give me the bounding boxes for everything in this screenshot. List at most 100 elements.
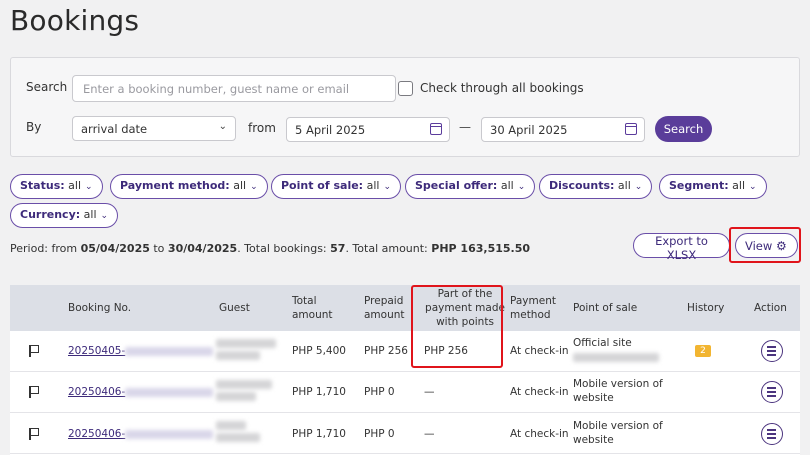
redacted-text xyxy=(125,346,214,356)
history-badge[interactable]: 2 xyxy=(695,345,711,357)
date-from-value: 5 April 2025 xyxy=(295,123,366,137)
header-booking-no[interactable]: Booking No. xyxy=(68,301,131,315)
summary-text: to xyxy=(149,242,168,255)
points-payment-cell: PHP 256 xyxy=(424,345,468,357)
search-panel: Search Enter a booking number, guest nam… xyxy=(10,57,800,157)
point-of-sale-name: Official site xyxy=(573,337,632,349)
filter-label: Discounts: xyxy=(549,179,615,192)
total-amount: PHP 163,515.50 xyxy=(431,242,531,255)
total-amount-cell: PHP 1,710 xyxy=(292,428,346,440)
guest-name xyxy=(216,421,260,442)
period-from: 05/04/2025 xyxy=(80,242,150,255)
calendar-icon[interactable] xyxy=(625,123,637,135)
period-summary: Period: from 05/04/2025 to 30/04/2025. T… xyxy=(10,242,530,255)
filter-point-of-sale[interactable]: Point of sale: all ⌄ xyxy=(271,174,401,199)
date-from-field[interactable]: 5 April 2025 xyxy=(286,117,450,142)
row-menu-button[interactable] xyxy=(761,340,783,362)
filter-value: all xyxy=(83,208,97,221)
filter-status[interactable]: Status: all ⌄ xyxy=(10,174,103,199)
chevron-down-icon: ⌄ xyxy=(100,211,109,221)
guest-name xyxy=(216,380,272,401)
filter-label: Point of sale: xyxy=(281,179,364,192)
chevron-down-icon: ⌄ xyxy=(517,182,526,192)
filter-value: all xyxy=(500,179,514,192)
chevron-down-icon: ⌄ xyxy=(85,182,93,192)
header-history: History xyxy=(687,302,725,314)
chevron-down-icon: ⌄ xyxy=(250,182,258,192)
calendar-icon[interactable] xyxy=(430,123,442,135)
by-label: By xyxy=(26,120,42,134)
payment-method-cell: At check-in xyxy=(510,428,569,440)
redacted-text xyxy=(125,429,214,439)
filter-label: Segment: xyxy=(669,179,729,192)
points-payment-cell: — xyxy=(424,428,435,440)
filter-value: all xyxy=(366,179,380,192)
filter-currency[interactable]: Currency: all ⌄ xyxy=(10,203,119,228)
gear-icon: ⚙ xyxy=(775,238,787,253)
summary-text: . Total amount: xyxy=(345,242,432,255)
guest-name xyxy=(216,339,276,360)
filter-label: Currency: xyxy=(20,208,81,221)
table-header: Booking No. Guest Total amount Prepaid a… xyxy=(10,285,800,331)
check-all-checkbox[interactable] xyxy=(398,81,413,96)
date-to-field[interactable]: 30 April 2025 xyxy=(481,117,645,142)
prepaid-amount-cell: PHP 0 xyxy=(364,428,395,440)
period-to: 30/04/2025 xyxy=(167,242,238,255)
flag-icon[interactable] xyxy=(29,345,39,357)
chevron-down-icon: ⌄ xyxy=(383,182,391,192)
header-points-payment[interactable]: Part of the payment made with points xyxy=(422,287,508,329)
header-guest[interactable]: Guest xyxy=(219,301,250,315)
filter-payment-method[interactable]: Payment method: all ⌄ xyxy=(110,174,268,199)
header-point-of-sale[interactable]: Point of sale xyxy=(573,301,637,315)
chevron-down-icon: ⌄ xyxy=(634,182,643,192)
chevron-down-icon: ⌄ xyxy=(749,182,757,192)
header-prepaid-amount[interactable]: Prepaid amount xyxy=(364,294,414,322)
filter-value: all xyxy=(68,179,81,192)
redacted-text xyxy=(573,352,659,362)
prepaid-amount-cell: PHP 256 xyxy=(364,345,408,357)
view-label: View xyxy=(745,238,773,253)
row-menu-button[interactable] xyxy=(761,381,783,403)
header-action: Action xyxy=(754,302,787,314)
bookings-table: Booking No. Guest Total amount Prepaid a… xyxy=(10,285,800,455)
point-of-sale-cell: Mobile version of website xyxy=(573,420,663,446)
total-amount-cell: PHP 1,710 xyxy=(292,386,346,398)
date-separator: — xyxy=(459,120,471,134)
view-button[interactable]: View ⚙ xyxy=(735,233,798,258)
filter-value: all xyxy=(233,179,247,192)
point-of-sale-cell: Mobile version of website xyxy=(573,378,663,404)
filter-label: Status: xyxy=(20,179,65,192)
table-row[interactable]: 20250405- PHP 5,400 PHP 256 PHP 256 At c… xyxy=(10,331,800,372)
table-row[interactable]: 20250406- PHP 1,710 PHP 0 — At check-in … xyxy=(10,413,800,454)
filter-segment[interactable]: Segment: all ⌄ xyxy=(659,174,767,199)
export-xlsx-button[interactable]: Export to XLSX xyxy=(633,233,730,262)
date-to-value: 30 April 2025 xyxy=(490,123,568,137)
check-all-label[interactable]: Check through all bookings xyxy=(420,81,584,95)
page-title: Bookings xyxy=(10,4,140,37)
points-payment-cell: — xyxy=(424,386,435,398)
date-type-value: arrival date xyxy=(81,122,148,136)
flag-icon[interactable] xyxy=(29,428,39,440)
flag-icon[interactable] xyxy=(29,386,39,398)
filter-special-offer[interactable]: Special offer: all ⌄ xyxy=(405,174,536,199)
header-total-amount[interactable]: Total amount xyxy=(292,294,342,322)
filter-value: all xyxy=(732,179,746,192)
booking-number-link[interactable]: 20250406- xyxy=(68,385,214,399)
payment-method-cell: At check-in xyxy=(510,345,569,357)
booking-number[interactable]: 20250406- xyxy=(68,386,125,398)
date-type-select[interactable]: arrival date ⌄ xyxy=(72,116,236,141)
header-payment-method[interactable]: Payment method xyxy=(510,294,560,322)
booking-number[interactable]: 20250405- xyxy=(68,345,125,357)
booking-number-link[interactable]: 20250406- xyxy=(68,427,214,441)
booking-number-link[interactable]: 20250405- xyxy=(68,344,214,358)
summary-text: . Total bookings: xyxy=(237,242,331,255)
filter-discounts[interactable]: Discounts: all ⌄ xyxy=(539,174,653,199)
filter-value: all xyxy=(617,179,631,192)
booking-number[interactable]: 20250406- xyxy=(68,428,125,440)
total-bookings: 57 xyxy=(330,242,346,255)
row-menu-button[interactable] xyxy=(761,423,783,445)
search-input[interactable]: Enter a booking number, guest name or em… xyxy=(72,75,396,102)
summary-text: Period: from xyxy=(10,242,81,255)
search-button[interactable]: Search xyxy=(655,116,712,142)
table-row[interactable]: 20250406- PHP 1,710 PHP 0 — At check-in … xyxy=(10,372,800,413)
